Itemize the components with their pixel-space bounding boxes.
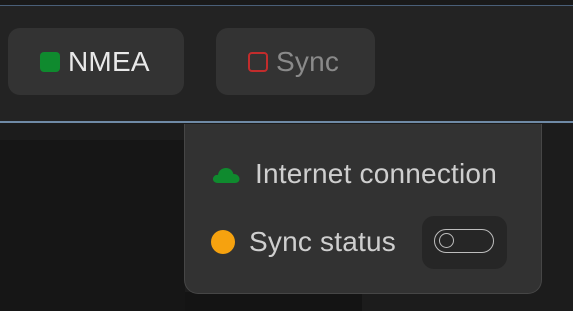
nmea-label: NMEA xyxy=(68,45,150,77)
sync-toggle-container xyxy=(422,216,507,269)
status-toolbar: NMEA Sync xyxy=(0,6,573,123)
sync-popover: Internet connection Sync status xyxy=(184,124,542,294)
sync-indicator-icon xyxy=(248,51,268,72)
toggle-knob xyxy=(439,233,454,248)
background-panel-strip xyxy=(185,292,362,311)
sync-status-label: Sync status xyxy=(249,226,396,257)
cloud-icon xyxy=(212,168,240,183)
status-dot-icon xyxy=(211,230,235,254)
internet-connection-row: Internet connection xyxy=(211,158,497,190)
internet-connection-label: Internet connection xyxy=(255,158,497,189)
nmea-indicator-icon xyxy=(40,51,60,72)
sync-toggle[interactable] xyxy=(434,229,494,253)
sync-status-button[interactable]: Sync xyxy=(216,28,375,95)
background-panel xyxy=(0,140,185,311)
nmea-status-button[interactable]: NMEA xyxy=(8,28,184,95)
sync-status-row: Sync status xyxy=(211,226,396,258)
sync-label: Sync xyxy=(276,45,340,77)
app-screen: NMEA Sync Internet connection Sync statu… xyxy=(0,0,573,311)
